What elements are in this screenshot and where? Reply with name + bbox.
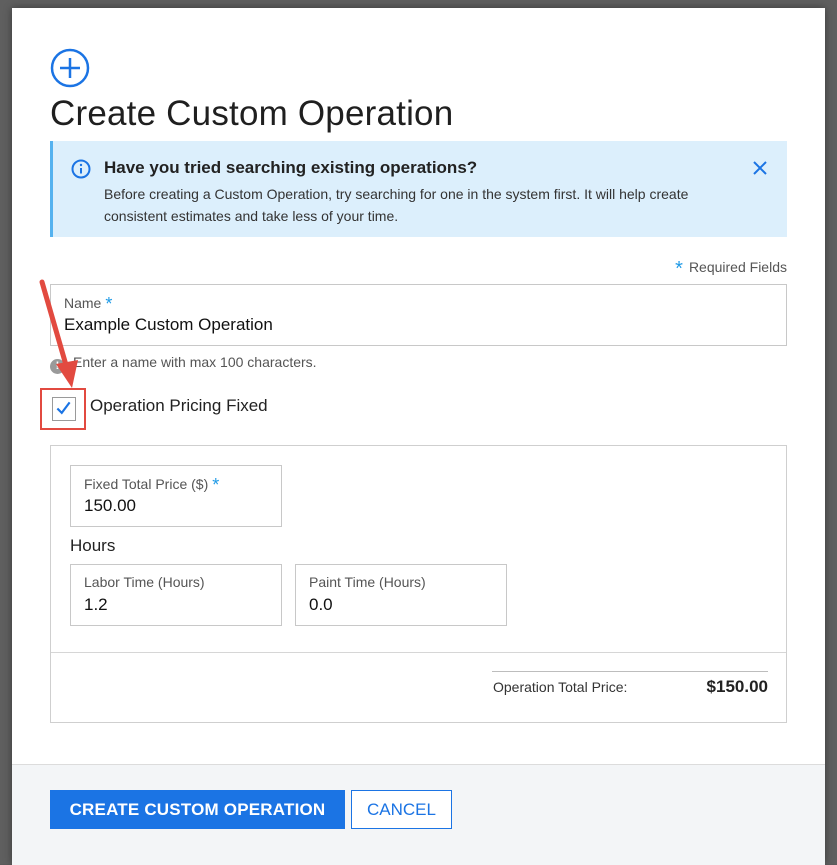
hours-heading: Hours xyxy=(70,536,116,555)
labor-time-field[interactable]: Labor Time (Hours) 1.2 xyxy=(70,564,282,626)
info-banner: Have you tried searching existing operat… xyxy=(50,141,787,237)
paint-time-input[interactable]: 0.0 xyxy=(309,595,333,615)
fixed-total-price-input[interactable]: 150.00 xyxy=(84,496,136,516)
operation-pricing-fixed-label[interactable]: Operation Pricing Fixed xyxy=(90,396,268,416)
paint-time-label: Paint Time (Hours) xyxy=(309,574,426,590)
operation-total-price-label: Operation Total Price: xyxy=(493,679,628,695)
fixed-total-price-label: Fixed Total Price ($) * xyxy=(84,475,219,496)
name-field[interactable]: Name * Example Custom Operation xyxy=(50,284,787,346)
checkmark-icon xyxy=(56,401,71,415)
dialog-footer: CREATE CUSTOM OPERATION CANCEL xyxy=(12,764,825,865)
alert-icon: ! xyxy=(50,359,65,374)
name-field-label: Name * xyxy=(64,294,112,315)
required-fields-label: Required Fields xyxy=(688,259,787,275)
name-hint: ! Enter a name with max 100 characters. xyxy=(50,354,317,374)
required-fields-note: * Required Fields xyxy=(675,258,787,281)
cancel-button[interactable]: CANCEL xyxy=(351,790,452,829)
info-banner-title: Have you tried searching existing operat… xyxy=(104,158,478,177)
create-custom-operation-button[interactable]: CREATE CUSTOM OPERATION xyxy=(50,790,345,829)
create-custom-operation-dialog: Create Custom Operation Have you tried s… xyxy=(12,8,825,865)
total-rule xyxy=(492,671,768,672)
name-input[interactable]: Example Custom Operation xyxy=(64,315,273,335)
divider xyxy=(51,652,786,653)
dialog-title: Create Custom Operation xyxy=(50,94,454,133)
close-icon[interactable] xyxy=(751,159,769,177)
fixed-total-price-label-text: Fixed Total Price ($) xyxy=(84,476,209,492)
labor-time-label: Labor Time (Hours) xyxy=(84,574,205,590)
name-hint-text: Enter a name with max 100 characters. xyxy=(73,354,317,370)
name-label-text: Name xyxy=(64,295,102,311)
required-star-icon: * xyxy=(212,475,220,495)
operation-total-price-value: $150.00 xyxy=(706,677,768,696)
paint-time-field[interactable]: Paint Time (Hours) 0.0 xyxy=(295,564,507,626)
required-star-icon: * xyxy=(675,258,683,280)
required-star-icon: * xyxy=(105,294,113,314)
add-circle-icon xyxy=(50,48,90,88)
operation-pricing-fixed-checkbox[interactable] xyxy=(52,397,76,421)
dialog-body: Create Custom Operation Have you tried s… xyxy=(12,8,825,764)
labor-time-input[interactable]: 1.2 xyxy=(84,595,108,615)
info-icon xyxy=(71,159,91,179)
fixed-total-price-field[interactable]: Fixed Total Price ($) * 150.00 xyxy=(70,465,282,527)
info-banner-text: Before creating a Custom Operation, try … xyxy=(104,186,689,224)
checkbox-highlight xyxy=(40,388,86,430)
pricing-panel: Fixed Total Price ($) * 150.00 Hours Labo… xyxy=(50,445,787,723)
